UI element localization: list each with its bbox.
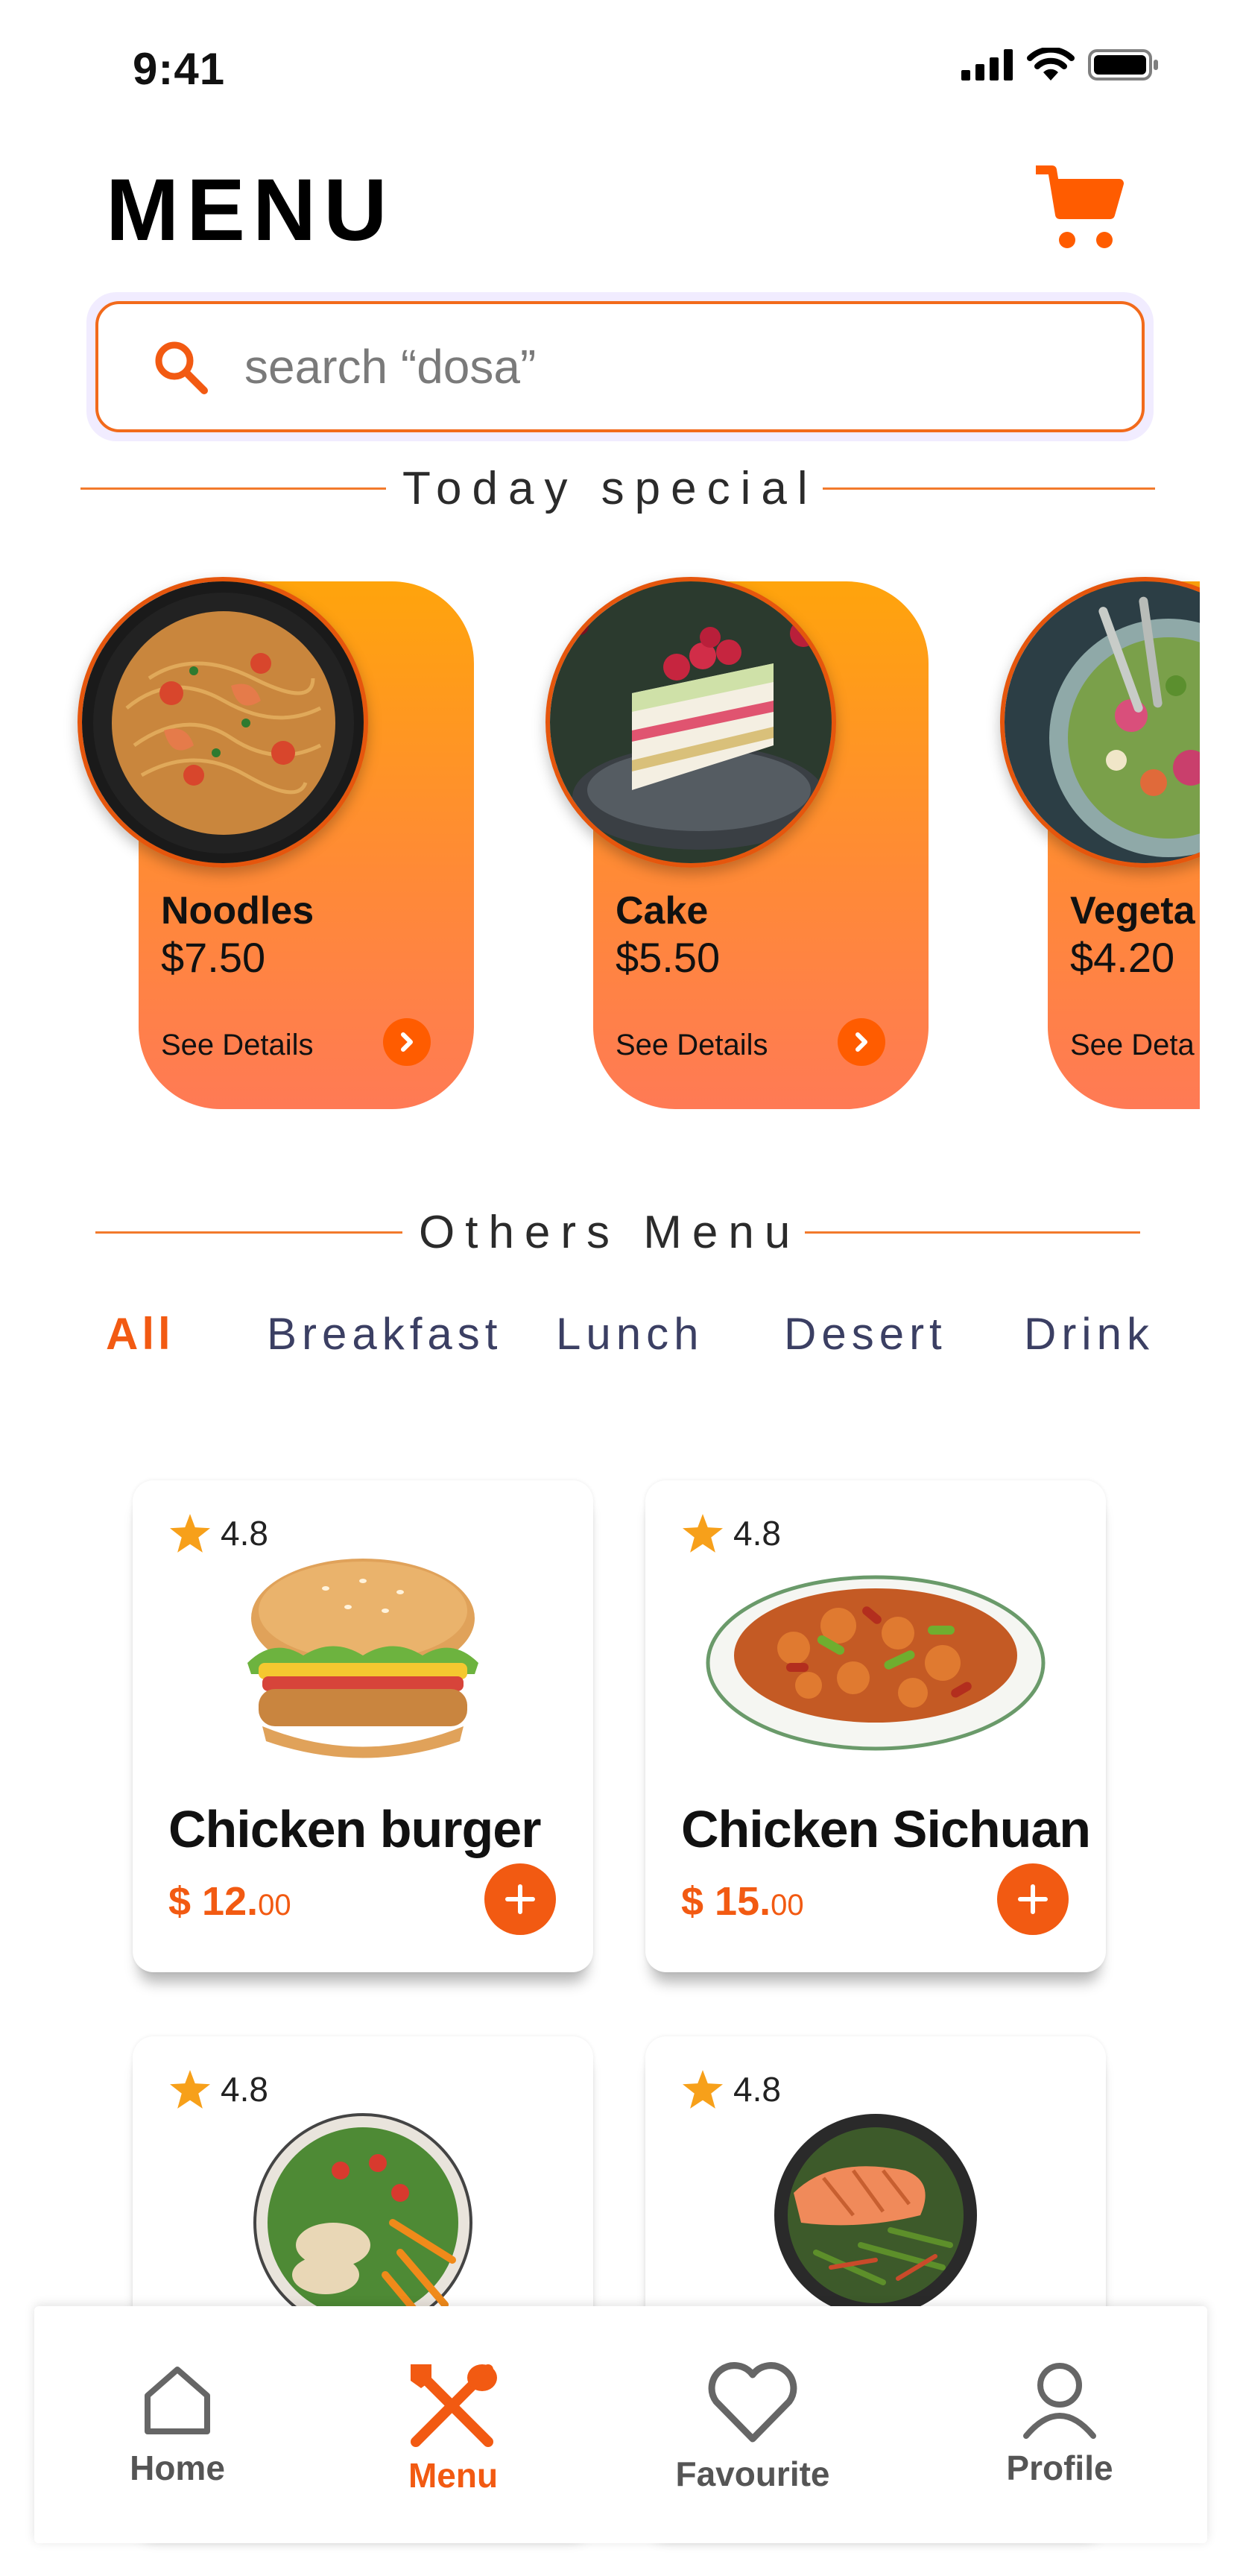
category-tab-lunch[interactable]: Lunch [556, 1308, 703, 1360]
status-icons [961, 48, 1160, 82]
today-special-title: Today special [402, 463, 818, 514]
others-menu-title: Others Menu [419, 1207, 801, 1258]
category-tab-breakfast[interactable]: Breakfast [267, 1308, 502, 1360]
food-name: Chicken burger [168, 1800, 541, 1858]
food-card[interactable]: 4.8 Chicken Sichuan $ 15.00 [645, 1480, 1106, 1972]
add-to-cart-button[interactable] [997, 1863, 1069, 1935]
special-price: $4.20 [1070, 934, 1175, 981]
special-name: Cake [616, 889, 709, 932]
star-icon [170, 1514, 210, 1553]
divider-left [80, 487, 386, 490]
details-arrow-button[interactable] [838, 1018, 885, 1066]
food-image-burger [229, 1551, 497, 1778]
nav-favourite[interactable]: Favourite [656, 2358, 850, 2494]
special-name: Vegeta [1070, 889, 1195, 932]
nav-home[interactable]: Home [80, 2358, 274, 2488]
special-image-noodles [78, 577, 368, 868]
food-name: Chicken Sichuan [681, 1800, 1091, 1858]
see-details-link[interactable]: See Details [616, 1029, 768, 1062]
category-tab-drink[interactable]: Drink [1024, 1308, 1154, 1360]
cart-icon [1036, 165, 1124, 248]
rating: 4.8 [683, 2069, 781, 2109]
search-container [86, 292, 1154, 441]
nav-label: Favourite [675, 2455, 830, 2493]
wifi-icon [1027, 48, 1075, 80]
fork-spoon-icon [411, 2364, 497, 2447]
nav-profile[interactable]: Profile [963, 2358, 1157, 2488]
food-image-salmon [771, 2111, 980, 2323]
special-image-cake [545, 577, 836, 868]
heart-icon [708, 2362, 797, 2443]
battery-icon [1088, 49, 1158, 80]
nav-label: Profile [1006, 2449, 1113, 2487]
divider-right [823, 487, 1155, 490]
chevron-right-icon [401, 1032, 413, 1052]
special-carousel[interactable]: Noodles $7.50 See Details Cake $5.50 See… [0, 566, 1200, 1133]
rating: 4.8 [683, 1513, 781, 1553]
add-to-cart-button[interactable] [484, 1863, 556, 1935]
plus-icon [1018, 1884, 1048, 1914]
nav-menu[interactable]: Menu [356, 2358, 550, 2496]
bottom-nav: Home Menu Favourite Profile [34, 2306, 1207, 2543]
nav-label: Home [130, 2449, 225, 2487]
divider-right [805, 1231, 1140, 1234]
signal-icon [961, 49, 1013, 80]
search-box[interactable] [95, 301, 1145, 432]
cart-button[interactable] [1033, 162, 1125, 255]
food-image-sichuan [704, 1551, 1047, 1764]
page-title: MENU [106, 161, 395, 259]
special-price: $5.50 [616, 934, 721, 981]
home-icon [145, 2367, 210, 2434]
divider-left [95, 1231, 402, 1234]
rating-value: 4.8 [221, 1514, 268, 1553]
search-icon [155, 341, 208, 394]
food-card[interactable]: 4.8 Chicken burger $ 12.00 [133, 1480, 593, 1972]
special-price: $7.50 [161, 934, 266, 981]
profile-icon [1023, 2363, 1096, 2439]
star-icon [170, 2070, 210, 2109]
food-image-salad [251, 2111, 475, 2338]
rating: 4.8 [170, 1513, 268, 1553]
star-icon [683, 1514, 723, 1553]
food-price: $ 12.00 [168, 1879, 291, 1924]
see-details-link[interactable]: See Details [161, 1029, 314, 1062]
plus-icon [505, 1884, 535, 1914]
rating-value: 4.8 [221, 2070, 268, 2109]
star-icon [683, 2070, 723, 2109]
status-time: 9:41 [133, 44, 226, 94]
category-tab-all[interactable]: All [106, 1308, 174, 1360]
details-arrow-button[interactable] [383, 1018, 431, 1066]
see-details-link[interactable]: See Deta [1070, 1029, 1195, 1062]
rating-value: 4.8 [733, 1514, 781, 1553]
rating: 4.8 [170, 2069, 268, 2109]
rating-value: 4.8 [733, 2070, 781, 2109]
nav-label: Menu [408, 2456, 499, 2495]
special-image-vegetable [1000, 577, 1200, 868]
category-tab-desert[interactable]: Desert [784, 1308, 947, 1360]
special-name: Noodles [161, 889, 314, 932]
food-price: $ 15.00 [681, 1879, 804, 1924]
chevron-right-icon [855, 1032, 867, 1052]
search-input[interactable] [243, 338, 1063, 395]
